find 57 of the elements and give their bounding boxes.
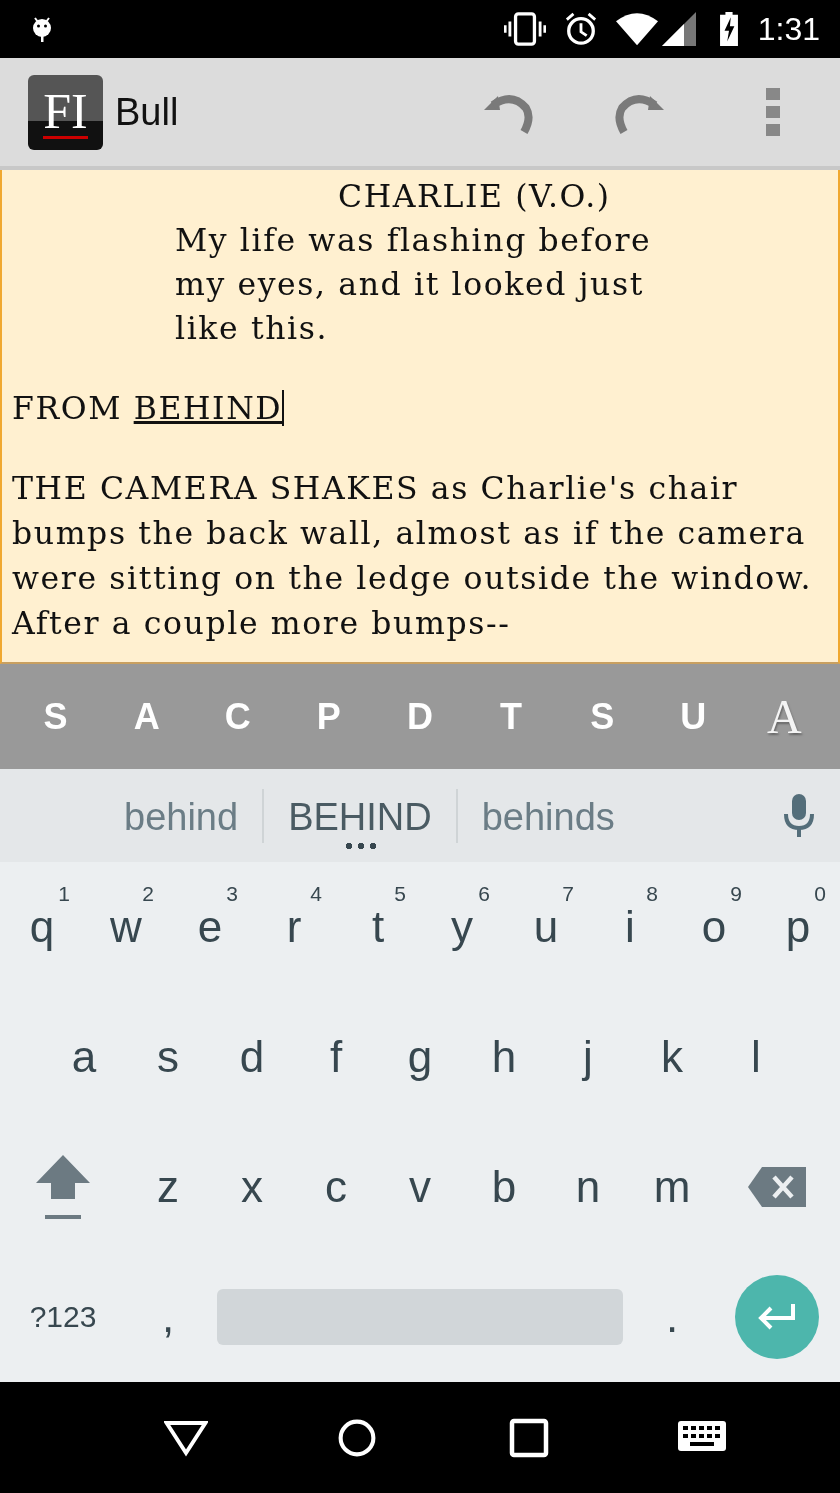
symbols-key[interactable]: ?123 (0, 1252, 126, 1382)
dialogue-text: My life was flashing before my eyes, and it looked just like this. (174, 221, 653, 348)
key[interactable]: , (126, 1252, 210, 1382)
key[interactable]: n (546, 1122, 630, 1252)
key[interactable]: 5 t (336, 862, 420, 992)
key[interactable]: 1 q (0, 862, 84, 992)
key[interactable]: . (630, 1252, 714, 1382)
overflow-menu-icon[interactable] (766, 88, 780, 136)
key-hint: 0 (814, 882, 826, 906)
action-text: THE CAMERA SHAKES as Charlie's chair bumps the back wall, almost as if the camera were sitting on the ledge outside the window. After a couple more bumps-- (12, 469, 814, 643)
key-hint: 2 (142, 882, 154, 906)
key[interactable]: h (462, 992, 546, 1122)
key[interactable]: a (42, 992, 126, 1122)
key[interactable]: l (714, 992, 798, 1122)
key[interactable]: 0 p (756, 862, 840, 992)
key[interactable]: m (630, 1122, 714, 1252)
key[interactable]: 8 i (588, 862, 672, 992)
key-hint: 6 (478, 882, 490, 906)
battery-icon (717, 12, 740, 46)
key-hint: 5 (394, 882, 406, 906)
key-hint: 9 (730, 882, 742, 906)
app-title: Bull (115, 90, 179, 134)
key[interactable]: 6 y (420, 862, 504, 992)
key[interactable]: z (126, 1122, 210, 1252)
wifi-icon (615, 12, 658, 46)
vibrate-icon (503, 12, 546, 46)
key[interactable]: 2 w (84, 862, 168, 992)
app-logo: FI (28, 74, 103, 150)
key[interactable]: g (378, 992, 462, 1122)
key-hint: 4 (310, 882, 322, 906)
key[interactable]: 4 r (252, 862, 336, 992)
shot-heading: FROM (12, 389, 124, 428)
key[interactable]: f (294, 992, 378, 1122)
key-hint: 8 (646, 882, 658, 906)
key[interactable]: s (126, 992, 210, 1122)
key[interactable]: 9 o (672, 862, 756, 992)
key-hint: 3 (226, 882, 238, 906)
key[interactable]: v (378, 1122, 462, 1252)
key[interactable]: d (210, 992, 294, 1122)
key-hint: 1 (58, 882, 70, 906)
key-hint: 7 (562, 882, 574, 906)
clock-time: 1:31 (757, 10, 820, 48)
signal-icon (661, 12, 696, 46)
microphone-icon[interactable] (784, 793, 814, 838)
key[interactable]: j (546, 992, 630, 1122)
suggestion[interactable]: BEHIND (264, 782, 456, 849)
backspace-key[interactable] (748, 1167, 806, 1207)
key[interactable]: c (294, 1122, 378, 1252)
composing-word: BEHIND (133, 389, 283, 428)
key[interactable]: k (630, 992, 714, 1122)
shift-key[interactable] (35, 1153, 91, 1221)
key[interactable]: 3 e (168, 862, 252, 992)
enter-arrow-icon (757, 1302, 797, 1332)
character-name: CHARLIE (V.O.) (337, 177, 612, 216)
key[interactable]: 7 u (504, 862, 588, 992)
key[interactable]: b (462, 1122, 546, 1252)
key[interactable]: x (210, 1122, 294, 1252)
